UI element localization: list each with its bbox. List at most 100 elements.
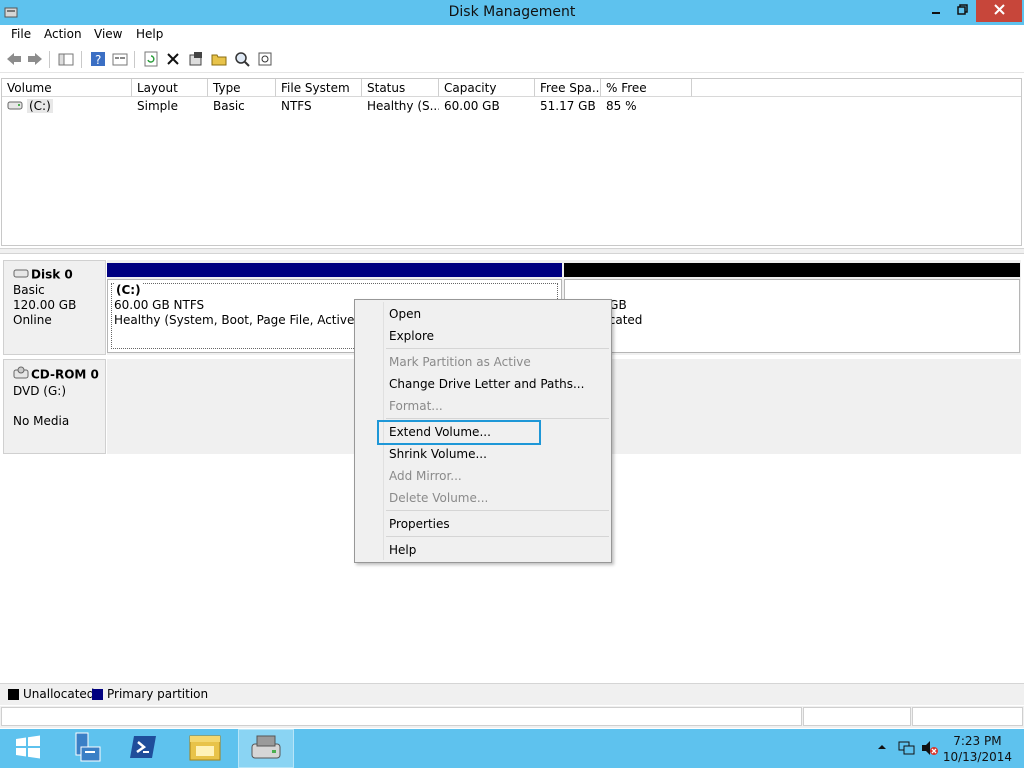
search-icon[interactable] — [233, 50, 251, 68]
column-volume[interactable]: Volume — [2, 79, 132, 97]
partition-unallocated-body: 60.00 GB Unallocated — [564, 279, 1020, 353]
powershell-button[interactable] — [115, 729, 171, 768]
back-icon[interactable] — [5, 50, 23, 68]
disk-name: Disk 0 — [31, 267, 73, 282]
file-explorer-icon — [188, 732, 222, 765]
tray-expand-icon[interactable] — [877, 741, 887, 755]
menu-item-explore[interactable]: Explore — [389, 328, 434, 344]
column-percent-free[interactable]: % Free — [601, 79, 692, 97]
cell-percent-free: 85 % — [606, 99, 637, 113]
unallocated-size: 60.00 GB — [571, 298, 627, 312]
column-layout[interactable]: Layout — [132, 79, 208, 97]
menu-item-help[interactable]: Help — [389, 542, 416, 558]
cdrom-size — [13, 399, 105, 414]
drive-icon — [7, 98, 23, 115]
cell-layout: Simple — [137, 99, 178, 113]
settings-icon[interactable] — [187, 50, 205, 68]
svg-text:?: ? — [95, 53, 101, 67]
console-tree-icon[interactable] — [57, 50, 75, 68]
cell-type: Basic — [213, 99, 245, 113]
menu-view[interactable]: View — [94, 27, 122, 41]
menu-action[interactable]: Action — [44, 27, 82, 41]
restore-button[interactable] — [948, 0, 976, 22]
volume-list[interactable]: Volume Layout Type File System Status Ca… — [1, 78, 1022, 246]
refresh-icon[interactable] — [142, 50, 160, 68]
restore-icon — [956, 4, 968, 18]
menu-item-open[interactable]: Open — [389, 306, 421, 322]
minimize-button[interactable] — [922, 0, 950, 22]
taskbar: 7:23 PM 10/13/2014 — [0, 729, 1024, 768]
toolbar-separator — [134, 51, 135, 68]
menu-separator — [386, 418, 609, 419]
column-capacity[interactable]: Capacity — [439, 79, 535, 97]
volume-muted-icon[interactable] — [921, 740, 939, 759]
column-status[interactable]: Status — [362, 79, 439, 97]
menu-item-delete-volume[interactable]: Delete Volume... — [389, 490, 488, 506]
disk-kind: Basic — [13, 283, 45, 297]
delete-icon[interactable] — [164, 50, 182, 68]
menu-item-change-drive-letter[interactable]: Change Drive Letter and Paths... — [389, 376, 584, 392]
status-pane-2 — [803, 707, 911, 726]
menu-item-extend-volume[interactable]: Extend Volume... — [389, 424, 491, 440]
menu-item-add-mirror[interactable]: Add Mirror... — [389, 468, 462, 484]
menu-item-format[interactable]: Format... — [389, 398, 443, 414]
forward-icon[interactable] — [26, 50, 44, 68]
cell-file-system: NTFS — [281, 99, 312, 113]
cdrom-name: CD-ROM 0 — [31, 367, 99, 382]
partition-unallocated[interactable]: 60.00 GB Unallocated — [564, 263, 1020, 353]
unallocated-label — [571, 283, 1019, 298]
start-icon — [15, 735, 41, 762]
disk-management-icon — [249, 732, 283, 765]
column-type[interactable]: Type — [208, 79, 276, 97]
minimize-icon — [931, 4, 941, 18]
table-row[interactable]: (C:) Simple Basic NTFS Healthy (S... 60.… — [2, 98, 1021, 115]
close-icon — [993, 4, 1005, 18]
toolbar-separator — [49, 51, 50, 68]
partition-size-fs: 60.00 GB NTFS — [114, 298, 205, 312]
pane-splitter[interactable] — [0, 248, 1024, 254]
rescan-icon[interactable] — [256, 50, 274, 68]
disk-size: 120.00 GB — [13, 298, 77, 312]
menu-file[interactable]: File — [11, 27, 31, 41]
status-bar — [0, 706, 1024, 728]
menu-separator — [386, 510, 609, 511]
menu-separator — [386, 348, 609, 349]
menu-item-properties[interactable]: Properties — [389, 516, 450, 532]
column-file-system[interactable]: File System — [276, 79, 362, 97]
column-free-space[interactable]: Free Spa... — [535, 79, 601, 97]
menu-item-mark-active[interactable]: Mark Partition as Active — [389, 354, 531, 370]
cdrom-0-label[interactable]: CD-ROM 0 DVD (G:) No Media — [3, 359, 106, 454]
context-menu: Open Explore Mark Partition as Active Ch… — [354, 299, 612, 563]
title-bar: Disk Management — [0, 0, 1024, 25]
menu-separator — [386, 536, 609, 537]
legend: Unallocated Primary partition — [0, 683, 1024, 705]
powershell-icon — [129, 735, 157, 762]
toolbar-separator — [81, 51, 82, 68]
clock-time: 7:23 PM — [953, 734, 1002, 748]
server-manager-button[interactable] — [56, 729, 112, 768]
disk-icon — [13, 267, 29, 283]
window-title: Disk Management — [448, 4, 576, 20]
menu-help[interactable]: Help — [136, 27, 163, 41]
disk-state: Online — [13, 313, 52, 327]
legend-primary: Primary partition — [107, 687, 209, 701]
primary-partition-bar — [107, 263, 562, 277]
properties-icon[interactable] — [111, 50, 129, 68]
partition-label: (C:) — [114, 283, 143, 298]
network-icon[interactable] — [898, 740, 916, 759]
cdrom-icon — [13, 366, 29, 384]
file-explorer-button[interactable] — [177, 729, 233, 768]
help-icon[interactable]: ? — [89, 50, 107, 68]
disk-0-label[interactable]: Disk 0 Basic 120.00 GB Online — [3, 260, 106, 355]
legend-primary-swatch — [92, 689, 103, 700]
menu-item-shrink-volume[interactable]: Shrink Volume... — [389, 446, 487, 462]
legend-unallocated: Unallocated — [23, 687, 95, 701]
unallocated-bar — [564, 263, 1020, 277]
disk-management-taskbar-button[interactable] — [238, 729, 294, 768]
cell-capacity: 60.00 GB — [444, 99, 500, 113]
open-folder-icon[interactable] — [210, 50, 228, 68]
start-button[interactable] — [0, 729, 56, 768]
close-button[interactable] — [976, 0, 1022, 22]
column-filler — [692, 79, 1021, 97]
clock[interactable]: 7:23 PM 10/13/2014 — [943, 733, 1012, 765]
